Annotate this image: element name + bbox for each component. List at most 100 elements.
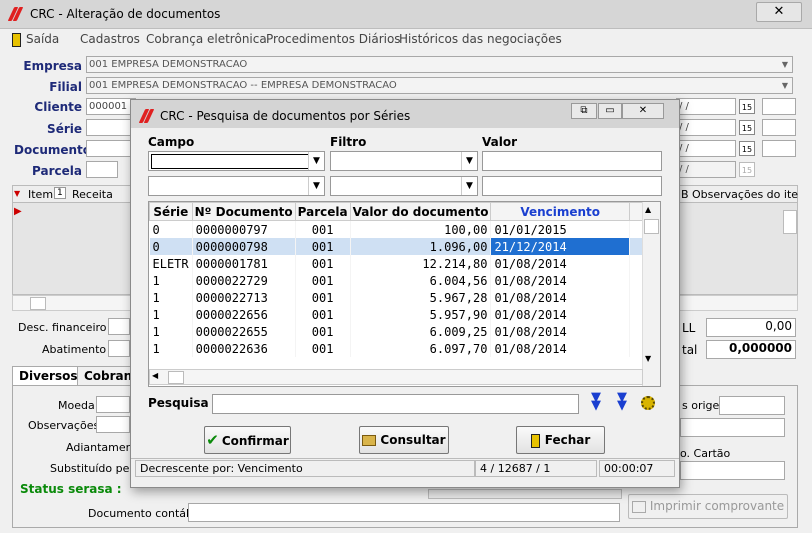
row-pointer-icon: ▶ bbox=[14, 206, 22, 217]
aux-field[interactable] bbox=[762, 140, 796, 157]
gear-icon[interactable] bbox=[641, 396, 655, 410]
total-value[interactable]: 0,000000 bbox=[706, 340, 796, 359]
table-row[interactable]: 1 0000022713 001 5.967,28 01/08/2014 bbox=[149, 289, 660, 306]
observacoes-label: Observações bbox=[28, 419, 100, 432]
menu-saida[interactable]: Saída bbox=[12, 32, 59, 47]
chevron-down-icon: ▼ bbox=[308, 152, 324, 170]
menu-cobranca-eletronica[interactable]: Cobrança eletrônica bbox=[146, 32, 267, 46]
col-item-badge: 1 bbox=[54, 187, 66, 199]
scroll-down-icon[interactable]: ▼ bbox=[645, 354, 651, 363]
imprimir-comprovante-button[interactable]: Imprimir comprovante bbox=[628, 494, 788, 519]
menu-cadastros[interactable]: Cadastros bbox=[80, 32, 140, 46]
valor-input-2[interactable] bbox=[482, 176, 662, 196]
table-row[interactable]: ELETR 0000001781 001 12.214,80 01/08/2014 bbox=[149, 255, 660, 272]
dialog-logo-icon bbox=[138, 109, 155, 126]
desc-financeiro-input[interactable] bbox=[108, 318, 130, 335]
filial-select[interactable]: 001 EMPRESA DEMONSTRACAO -- EMPRESA DEMO… bbox=[86, 77, 793, 94]
date-field[interactable]: / / bbox=[676, 140, 736, 157]
campo-select-2[interactable]: ▼ bbox=[148, 176, 325, 196]
col-b[interactable]: B bbox=[681, 188, 689, 201]
cell-serie: 1 bbox=[149, 272, 193, 289]
table-row[interactable]: 1 0000022655 001 6.009,25 01/08/2014 bbox=[149, 323, 660, 340]
observacoes-ext-input[interactable] bbox=[680, 418, 785, 437]
valor-input-1[interactable] bbox=[482, 151, 662, 171]
cell-valor-documento: 6.097,70 bbox=[350, 340, 492, 357]
results-vscroll-thumb[interactable] bbox=[644, 219, 659, 234]
sort-desc-icon[interactable]: ▼ ▼ bbox=[591, 391, 601, 412]
grid-vscroll-thumb[interactable] bbox=[783, 210, 797, 234]
grid-hscroll-thumb[interactable] bbox=[30, 297, 46, 310]
serie-input[interactable] bbox=[86, 119, 136, 136]
serie-label: Série bbox=[47, 122, 82, 136]
col-observacoes[interactable]: Observações do ite bbox=[692, 188, 798, 201]
sort-down-icon: ▼ bbox=[14, 189, 21, 198]
status-sort: Decrescente por: Vencimento bbox=[135, 460, 475, 477]
observacoes-input[interactable] bbox=[96, 416, 130, 433]
parcela-input[interactable] bbox=[86, 161, 118, 178]
documento-contabil-input[interactable] bbox=[188, 503, 620, 522]
results-body: 0 0000000797 001 100,00 01/01/2015 0 000000079… bbox=[149, 220, 660, 357]
cliente-input[interactable]: 000001 bbox=[86, 98, 136, 115]
calendar-icon[interactable]: 15 bbox=[739, 141, 755, 156]
col-parcela[interactable]: Parcela bbox=[294, 202, 351, 221]
documento-input[interactable] bbox=[86, 140, 136, 157]
col-item[interactable]: Item bbox=[28, 188, 53, 201]
results-grid[interactable]: Série Nº Documento Parcela Valor do docu… bbox=[148, 201, 661, 387]
aux-field[interactable] bbox=[762, 119, 796, 136]
consultar-button[interactable]: Consultar bbox=[359, 426, 449, 454]
moeda-input[interactable] bbox=[96, 396, 130, 413]
cell-vencimento: 01/08/2014 bbox=[490, 323, 630, 340]
date-field[interactable]: / / bbox=[676, 161, 736, 178]
col-vencimento[interactable]: Vencimento bbox=[490, 202, 630, 221]
calendar-icon[interactable]: 15 bbox=[739, 99, 755, 114]
filtro-label: Filtro bbox=[330, 135, 367, 149]
table-row[interactable]: 0 0000000798 001 1.096,00 21/12/2014 bbox=[149, 238, 660, 255]
cell-n-documento: 0000022713 bbox=[192, 289, 296, 306]
status-time: 00:00:07 bbox=[599, 460, 675, 477]
maximize-button[interactable]: ▭ bbox=[598, 103, 622, 119]
table-row[interactable]: 1 0000022636 001 6.097,70 01/08/2014 bbox=[149, 340, 660, 357]
pesquisa-input[interactable] bbox=[212, 394, 579, 414]
calendar-icon[interactable]: 15 bbox=[739, 120, 755, 135]
results-hscroll[interactable]: ◀ bbox=[149, 369, 643, 385]
cartao-input[interactable] bbox=[680, 461, 785, 480]
filtro-select-1[interactable]: ▼ bbox=[330, 151, 478, 171]
menu-historicos[interactable]: Históricos das negociações bbox=[399, 32, 562, 46]
cell-parcela: 001 bbox=[295, 340, 351, 357]
abatimento-input[interactable] bbox=[108, 340, 130, 357]
campo-select-1[interactable]: ▼ bbox=[148, 151, 325, 171]
menu-procedimentos-diarios[interactable]: Procedimentos Diários bbox=[266, 32, 401, 46]
tab-diversos[interactable]: Diversos bbox=[12, 366, 85, 386]
restore-button[interactable]: ⧉ bbox=[571, 103, 597, 119]
scroll-left-icon[interactable]: ◀ bbox=[152, 371, 158, 380]
aux-field[interactable] bbox=[762, 98, 796, 115]
table-row[interactable]: 1 0000022729 001 6.004,56 01/08/2014 bbox=[149, 272, 660, 289]
empresa-select[interactable]: 001 EMPRESA DEMONSTRACAO ▼ bbox=[86, 56, 793, 73]
col-serie[interactable]: Série bbox=[149, 202, 193, 221]
results-vscroll[interactable]: ▲ ▼ bbox=[642, 202, 660, 386]
results-header-row: Série Nº Documento Parcela Valor do docu… bbox=[149, 202, 660, 221]
dialog-title: CRC - Pesquisa de documentos por Séries bbox=[160, 109, 411, 123]
col-valor-documento[interactable]: Valor do documento bbox=[349, 202, 492, 221]
col-receita[interactable]: Receita bbox=[72, 188, 113, 201]
fechar-button[interactable]: Fechar bbox=[516, 426, 605, 454]
sort-desc-alt-icon[interactable]: ▼ ▼ bbox=[617, 391, 627, 412]
table-row[interactable]: 1 0000022656 001 5.957,90 01/08/2014 bbox=[149, 306, 660, 323]
cell-serie: 0 bbox=[149, 238, 193, 255]
cell-serie: 0 bbox=[149, 220, 193, 238]
ll-value[interactable]: 0,00 bbox=[706, 318, 796, 337]
close-button[interactable]: ✕ bbox=[756, 2, 802, 22]
date-field[interactable]: / / bbox=[676, 119, 736, 136]
scroll-up-icon[interactable]: ▲ bbox=[645, 205, 651, 214]
filtro-select-2[interactable]: ▼ bbox=[330, 176, 478, 196]
confirmar-button[interactable]: ✔ Confirmar bbox=[204, 426, 291, 454]
origem-input[interactable] bbox=[719, 396, 785, 415]
cell-valor-documento: 100,00 bbox=[350, 220, 492, 238]
results-hscroll-thumb[interactable] bbox=[168, 371, 184, 384]
dialog-close-button[interactable]: ✕ bbox=[622, 103, 664, 119]
table-row[interactable]: 0 0000000797 001 100,00 01/01/2015 bbox=[149, 220, 660, 238]
date-field[interactable]: / / bbox=[676, 98, 736, 115]
cell-valor-documento: 12.214,80 bbox=[350, 255, 492, 272]
total-label: tal bbox=[682, 343, 698, 357]
col-n-documento[interactable]: Nº Documento bbox=[191, 202, 296, 221]
